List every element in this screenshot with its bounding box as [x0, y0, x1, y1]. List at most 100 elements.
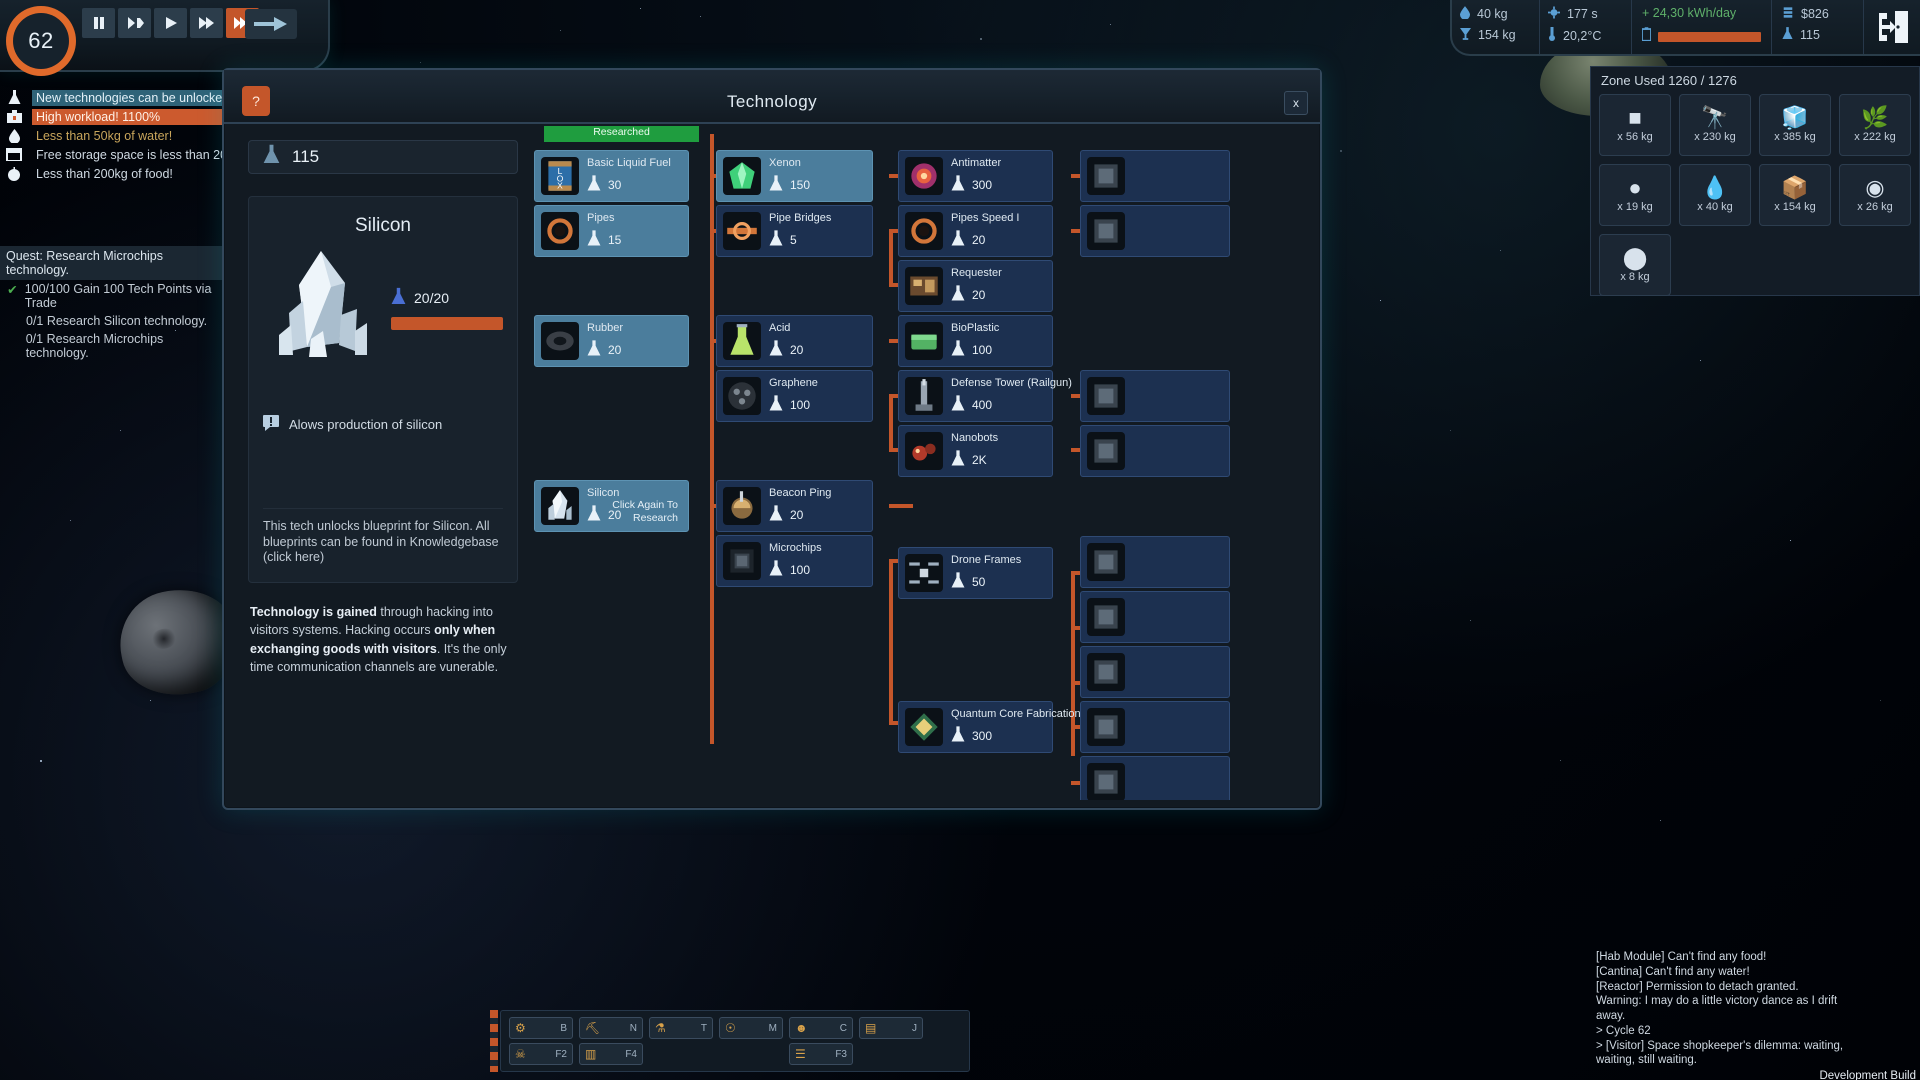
thermometer-icon — [1548, 27, 1556, 44]
storage-cell[interactable]: ⬤ x 8 kg — [1599, 234, 1671, 296]
tech-node-edge[interactable] — [1080, 646, 1230, 698]
alert-text: New technologies can be unlocked! — [32, 89, 232, 106]
tech-node[interactable]: Beacon Ping 20 — [716, 480, 873, 532]
console-line: Warning: I may do a little victory dance… — [1596, 995, 1838, 1008]
technology-tree[interactable]: Researched L O X Basic Liquid Fuel 30 Pi… — [534, 126, 1320, 800]
tech-node[interactable]: BioPlastic 100 — [898, 315, 1053, 367]
log-button[interactable]: ☰ F3 — [789, 1043, 853, 1065]
storage-cell[interactable]: 💧 x 40 kg — [1679, 164, 1751, 226]
detail-effect-text: Alows production of silicon — [289, 417, 443, 432]
journal-button[interactable]: ▤ J — [859, 1017, 923, 1039]
resource-bar: 40 kg 154 kg 177 s 20,2°C + 24,30 kWh/da… — [1450, 0, 1920, 56]
combat-button[interactable]: ☠ F2 — [509, 1043, 573, 1065]
exit-button[interactable] — [1864, 0, 1920, 54]
tech-node[interactable]: Quantum Core Fabrication 300 — [898, 701, 1081, 753]
tech-flask-icon — [769, 340, 783, 360]
tech-points-value: 115 — [1800, 28, 1820, 42]
battery-icon — [1641, 27, 1652, 46]
tech-node-edge[interactable] — [1080, 756, 1230, 800]
alert-item[interactable]: New technologies can be unlocked! — [0, 88, 232, 107]
mine-button[interactable]: ⛏ N — [579, 1017, 643, 1039]
tech-button[interactable]: ⚗ T — [649, 1017, 713, 1039]
alert-text: High workload! 1100% — [32, 108, 232, 125]
star — [1380, 300, 1382, 302]
alert-item[interactable]: Less than 50kg of water! — [0, 126, 232, 145]
storage-cell[interactable]: 🌿 x 222 kg — [1839, 94, 1911, 156]
tech-node[interactable]: Pipes Speed I 20 — [898, 205, 1053, 257]
storage-cell[interactable]: ◉ x 26 kg — [1839, 164, 1911, 226]
tech-node[interactable]: Defense Tower (Railgun) 400 — [898, 370, 1072, 422]
alert-item[interactable]: High workload! 1100% — [0, 107, 232, 126]
tech-node-edge[interactable] — [1080, 536, 1230, 588]
tech-node-cost: 150 — [769, 175, 810, 195]
tech-node[interactable]: Acid 20 — [716, 315, 873, 367]
alert-item[interactable]: Less than 200kg of food! — [0, 164, 232, 183]
storage-cell-label: x 154 kg — [1774, 201, 1816, 213]
tech-flask-icon — [951, 726, 965, 746]
build-button[interactable]: ⚙ B — [509, 1017, 573, 1039]
storage-cell[interactable]: 🧊 x 385 kg — [1759, 94, 1831, 156]
tech-flask-icon — [951, 175, 965, 195]
tech-flask-icon — [951, 572, 965, 592]
pickaxe-icon: ⛏ — [585, 1021, 601, 1035]
tech-node[interactable]: Antimatter 300 — [898, 150, 1053, 202]
tech-node-edge[interactable] — [1080, 370, 1230, 422]
storage-cell[interactable]: 🔭 x 230 kg — [1679, 94, 1751, 156]
speed-slow-button[interactable] — [118, 8, 151, 38]
tech-node-cost: 30 — [587, 175, 621, 195]
tech-node[interactable]: Graphene 100 — [716, 370, 873, 422]
tech-flask-icon — [951, 340, 965, 360]
next-turn-button[interactable] — [245, 9, 297, 39]
technology-detail-column: 115 Silicon 20/20 Alows production of si… — [224, 126, 534, 800]
hotkey-label: F3 — [835, 1048, 847, 1060]
tech-node[interactable]: Rubber 20 — [534, 315, 689, 367]
console-log: [Hab Module] Can't find any food! [Canti… — [1590, 950, 1920, 1068]
alert-item[interactable]: Free storage space is less than 2000! — [0, 145, 232, 164]
close-button[interactable]: x — [1284, 91, 1308, 115]
tech-node-edge[interactable] — [1080, 425, 1230, 477]
speed-normal-button[interactable] — [154, 8, 187, 38]
tech-points-value: 115 — [292, 147, 320, 166]
storage-cell[interactable]: ● x 19 kg — [1599, 164, 1671, 226]
storage-cell[interactable]: 📦 x 154 kg — [1759, 164, 1831, 226]
temperature-value: 20,2°C — [1563, 28, 1602, 43]
storage-cell[interactable]: ■ x 56 kg — [1599, 94, 1671, 156]
microchip-icon — [723, 542, 761, 580]
tech-node[interactable]: Silicon 20 Click Again To Research — [534, 480, 689, 532]
tech-node-cost-value: 2K — [972, 453, 987, 467]
tech-flask-icon — [769, 560, 783, 580]
tech-node[interactable]: L O X Basic Liquid Fuel 30 — [534, 150, 689, 202]
detail-note-text[interactable]: This tech unlocks blueprint for Silicon.… — [263, 508, 503, 566]
tech-node[interactable]: Drone Frames 50 — [898, 547, 1053, 599]
oxygen-icon — [1548, 6, 1560, 22]
missions-button[interactable]: ☉ M — [719, 1017, 783, 1039]
alert-text: Free storage space is less than 2000! — [36, 147, 232, 162]
console-line: away. — [1596, 1010, 1626, 1023]
speed-pause-button[interactable] — [82, 8, 115, 38]
tech-node-body: Drone Frames 50 — [949, 548, 1046, 598]
ruler-button[interactable]: ▥ F4 — [579, 1043, 643, 1065]
tech-node[interactable]: Pipe Bridges 5 — [716, 205, 873, 257]
cycle-number: 62 — [28, 28, 54, 53]
tech-node-edge[interactable] — [1080, 701, 1230, 753]
hotkey-label: N — [629, 1022, 637, 1034]
hotkey-label: J — [912, 1022, 917, 1034]
console-line: > Cycle 62 — [1596, 1024, 1651, 1037]
tech-node[interactable]: Pipes 15 — [534, 205, 689, 257]
tech-node-name: Defense Tower (Railgun) — [951, 377, 1072, 389]
star — [1790, 540, 1792, 542]
tech-node-name: BioPlastic — [951, 322, 1000, 334]
tech-node[interactable]: Xenon 150 — [716, 150, 873, 202]
tech-node[interactable]: Microchips 100 — [716, 535, 873, 587]
tech-node-cost-value: 20 — [972, 288, 986, 302]
detail-mid-row: 20/20 — [263, 243, 503, 373]
tech-node-edge[interactable] — [1080, 591, 1230, 643]
star — [120, 430, 122, 432]
speed-fast-button[interactable] — [190, 8, 223, 38]
crew-button[interactable]: ☻ C — [789, 1017, 853, 1039]
tech-node-edge[interactable] — [1080, 150, 1230, 202]
storage-cell-label: x 385 kg — [1774, 131, 1816, 143]
tech-node[interactable]: Requester 20 — [898, 260, 1053, 312]
tech-node[interactable]: Nanobots 2K — [898, 425, 1053, 477]
tech-node-edge[interactable] — [1080, 205, 1230, 257]
